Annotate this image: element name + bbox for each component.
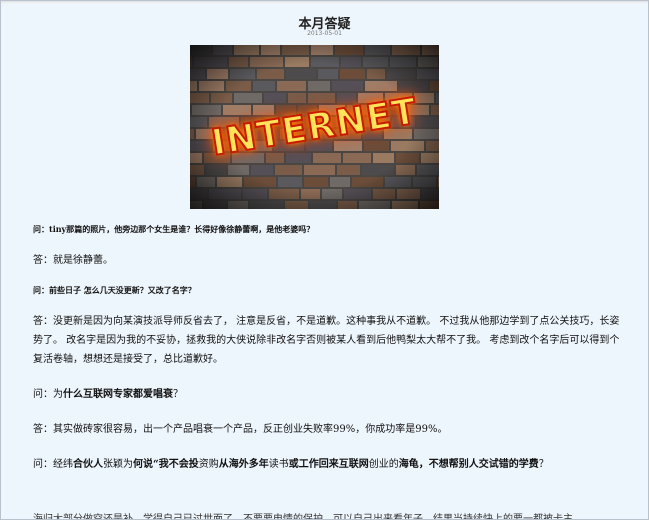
q4-part-2: 合伙人: [73, 459, 103, 470]
q4-part-10: 海龟，不想帮别人交试错的学费: [398, 459, 539, 470]
question-1: 问：tiny那篇的照片，他旁边那个女生是谁？长得好像徐静蕾啊，是他老婆吗？: [33, 224, 315, 234]
top-border: [1, 1, 648, 4]
q4-part-9: 创业的: [368, 459, 399, 470]
qa-content: 问：tiny那篇的照片，他旁边那个女生是谁？长得好像徐静蕾啊，是他老婆吗？ 答：…: [33, 223, 623, 474]
q4-part-3: 张颖为: [103, 459, 133, 470]
question-3: 问：为什么互联网专家都爱唱衰？: [33, 385, 623, 404]
truncated-answer-4: 海归大部分做空还是补，学得自己已过世面了，不要要电情的保护，可以自己出来看年子，…: [33, 514, 573, 520]
answer-3: 答：其实做砖家很容易，出一个产品唱衰一个产品，反正创业失败率99%，你成功率是9…: [33, 424, 448, 435]
q4-part-1: 问：经纬: [33, 459, 73, 470]
question-3-suffix: ？: [173, 389, 183, 400]
question-3-emphasis: 什么互联网专家都爱唱衰: [63, 389, 173, 400]
question-3-prefix: 问：为: [33, 389, 63, 400]
q4-part-4: 何说“我不会投: [133, 459, 199, 470]
q4-part-7: 读书: [268, 459, 289, 470]
question-4: 问：经纬合伙人张颖为何说“我不会投资购从海外多年读书或工作回来互联网创业的海龟，…: [33, 455, 623, 474]
answer-1: 答：就是徐静蕾。: [33, 255, 113, 266]
answer-2: 答：没更新是因为向某演技派导师反省去了， 注意是反省，不是道歉。这种事我从不道歉…: [33, 316, 620, 365]
question-2: 问：前些日子 怎么几天没更新？又改了名字？: [33, 285, 196, 295]
internet-banner-image: INTERNET: [190, 45, 439, 209]
article-frame: 本月答疑 2013-05-01 INTERNET 问：tiny那篇的照片，他旁边…: [0, 0, 649, 520]
q4-part-5: 资购: [198, 459, 219, 470]
q4-part-11: ？: [538, 459, 549, 470]
q4-part-8: 或工作回来互联网: [288, 459, 369, 470]
post-date: 2013-05-01: [307, 30, 342, 37]
q4-part-6: 从海外多年: [218, 459, 269, 470]
